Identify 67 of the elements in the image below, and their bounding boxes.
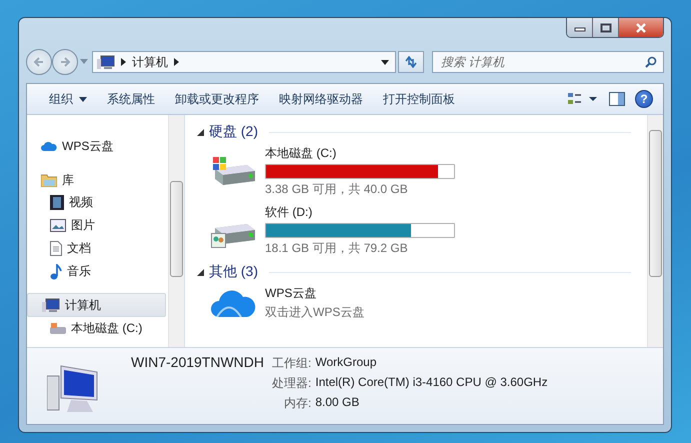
drive-icon [50, 322, 66, 334]
nav-item[interactable]: 视频 [27, 191, 168, 214]
nav-item[interactable]: WPS云盘 [27, 135, 168, 157]
toolbar-button[interactable]: 映射网络驱动器 [269, 86, 373, 112]
view-list-icon [567, 92, 597, 106]
back-arrow-icon [33, 56, 45, 68]
maximize-icon [600, 22, 612, 32]
sidebar-scrollbar[interactable] [168, 115, 184, 347]
computer-name: WIN7-2019TNWNDH [131, 354, 264, 370]
drive-item[interactable]: WPS云盘 双击进入WPS云盘 [197, 283, 631, 325]
expand-arrow-icon[interactable] [197, 128, 204, 136]
minimize-button[interactable] [567, 18, 593, 37]
free-space-text: 18.1 GB 可用，共 79.2 GB [265, 240, 409, 257]
property-value: Intel(R) Core(TM) i3-4160 CPU @ 3.60GHz [315, 375, 548, 391]
breadcrumb-item[interactable]: 计算机 [132, 54, 168, 70]
search-field[interactable]: 搜索 计算机 [432, 51, 664, 73]
toolbar-button[interactable]: 组织 [39, 86, 97, 112]
toolbar-button[interactable]: 打开控制面板 [373, 86, 465, 112]
nav-item[interactable]: 文档 [27, 237, 168, 260]
address-bar[interactable]: 计算机 [92, 51, 396, 73]
chevron-icon [121, 58, 126, 66]
property-label: 工作组: [272, 355, 312, 372]
chevron-icon [174, 58, 179, 66]
free-space-text: 3.38 GB 可用，共 40.0 GB [265, 181, 409, 198]
dropdown-caret-icon[interactable] [381, 60, 389, 64]
drive-item[interactable]: 本地磁盘 (C:) 3.38 GB 可用，共 40.0 GB [197, 143, 631, 202]
toolbar-button[interactable]: 系统属性 [97, 86, 165, 112]
document-icon [50, 241, 62, 256]
music-note-icon [50, 264, 62, 280]
pane-icon [609, 92, 625, 106]
search-icon [645, 56, 657, 68]
forward-button[interactable] [52, 49, 78, 75]
drive-item[interactable]: 软件 (D:) 18.1 GB 可用，共 79.2 GB [197, 202, 631, 261]
back-button[interactable] [26, 49, 52, 75]
close-button[interactable] [619, 18, 663, 37]
expand-arrow-icon[interactable] [197, 268, 204, 276]
forward-arrow-icon [59, 56, 71, 68]
computer-icon [97, 54, 115, 70]
property-value: WorkGroup [315, 355, 378, 371]
help-button[interactable]: ? [635, 90, 653, 108]
computer-icon [42, 298, 60, 312]
property-label: 处理器: [272, 375, 312, 392]
search-input[interactable]: 搜索 计算机 [439, 54, 645, 70]
group-header: 其他 (3) [209, 263, 258, 281]
nav-item[interactable]: 本地磁盘 (C:) [27, 317, 168, 340]
item-description: 双击进入WPS云盘 [265, 304, 364, 321]
property-value: 8.00 GB [315, 395, 360, 411]
refresh-button[interactable] [398, 51, 424, 73]
refresh-icon [404, 56, 418, 68]
item-name: 软件 (D:) [265, 204, 314, 221]
picture-icon [50, 219, 66, 232]
item-name: WPS云盘 [265, 285, 318, 302]
film-icon [50, 195, 64, 210]
nav-item[interactable]: 计算机 [27, 293, 166, 317]
toolbar-button[interactable]: 卸载或更改程序 [165, 86, 269, 112]
cloud-icon [41, 140, 57, 152]
group-header: 硬盘 (2) [209, 123, 258, 141]
folder-icon [41, 173, 57, 187]
cloud-icon [211, 288, 257, 318]
maximize-button[interactable] [593, 18, 619, 37]
nav-item[interactable]: 库 [27, 169, 168, 191]
close-icon [635, 22, 647, 32]
nav-item[interactable]: 音乐 [27, 260, 168, 283]
property-label: 内存: [283, 395, 312, 412]
content-scrollbar[interactable] [647, 115, 663, 347]
item-name: 本地磁盘 (C:) [265, 145, 338, 162]
nav-item[interactable]: 图片 [27, 214, 168, 237]
